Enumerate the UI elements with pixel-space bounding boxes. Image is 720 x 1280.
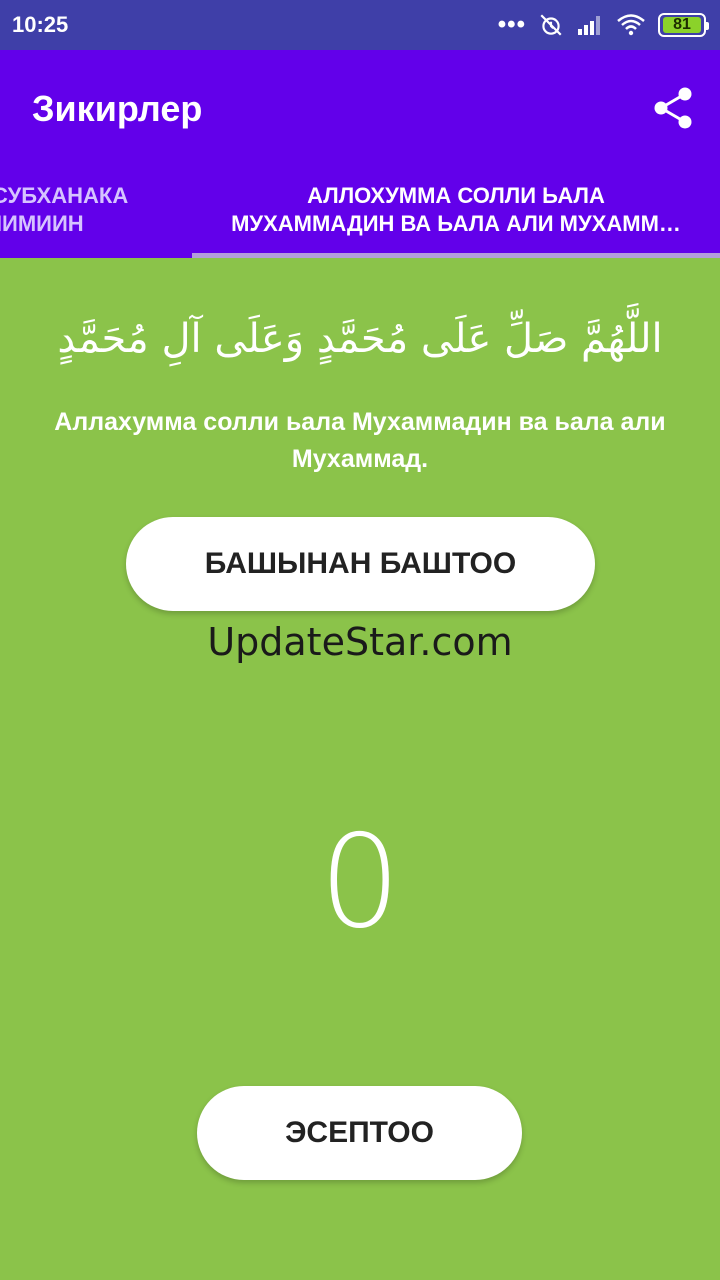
tab-subhanaka[interactable]: А СУБХАНАКА ОЛИМИИН	[0, 180, 192, 258]
share-icon	[654, 87, 692, 129]
status-icons: ••• 81	[497, 10, 709, 40]
notification-dots-icon: •••	[497, 11, 526, 38]
battery-level: 81	[663, 16, 701, 33]
tab-indicator	[192, 253, 720, 258]
tab-allohumma[interactable]: АЛЛОХУММА СОЛЛИ ЬАЛА МУХАММАДИН ВА ЬАЛА …	[192, 180, 720, 258]
arabic-text: اللَّهُمَّ صَلِّ عَلَى مُحَمَّدٍ وَعَلَى…	[57, 316, 663, 362]
watermark: UpdateStar.com	[207, 620, 513, 664]
status-bar: 10:25 ••• 81	[0, 0, 720, 50]
tab-label-line1: А СУБХАНАКА	[0, 183, 129, 208]
share-button[interactable]	[652, 86, 694, 130]
battery-icon: 81	[658, 13, 709, 37]
restart-button[interactable]: БАШЫНАН БАШТОО	[126, 517, 595, 611]
wifi-icon	[617, 14, 645, 36]
app-bar: Зикирлер А СУБХАНАКА ОЛИМИИН АЛЛОХУММА С…	[0, 50, 720, 258]
transliteration-text: Аллахумма солли ьала Мухаммадин ва ьала …	[54, 408, 666, 473]
tab-label-line2: ОЛИМИИН	[0, 211, 84, 236]
signal-icon	[578, 16, 600, 35]
tab-label-line1: АЛЛОХУММА СОЛЛИ ЬАЛА	[307, 183, 605, 208]
counter-value: 0	[319, 808, 401, 957]
count-button[interactable]: ЭСЕПТОО	[197, 1086, 522, 1180]
tab-label-line2: МУХАММАДИН ВА ЬАЛА АЛИ МУХАММ…	[231, 211, 681, 236]
app-title: Зикирлер	[32, 88, 203, 129]
alarm-off-icon	[540, 14, 562, 36]
status-time: 10:25	[12, 12, 69, 37]
